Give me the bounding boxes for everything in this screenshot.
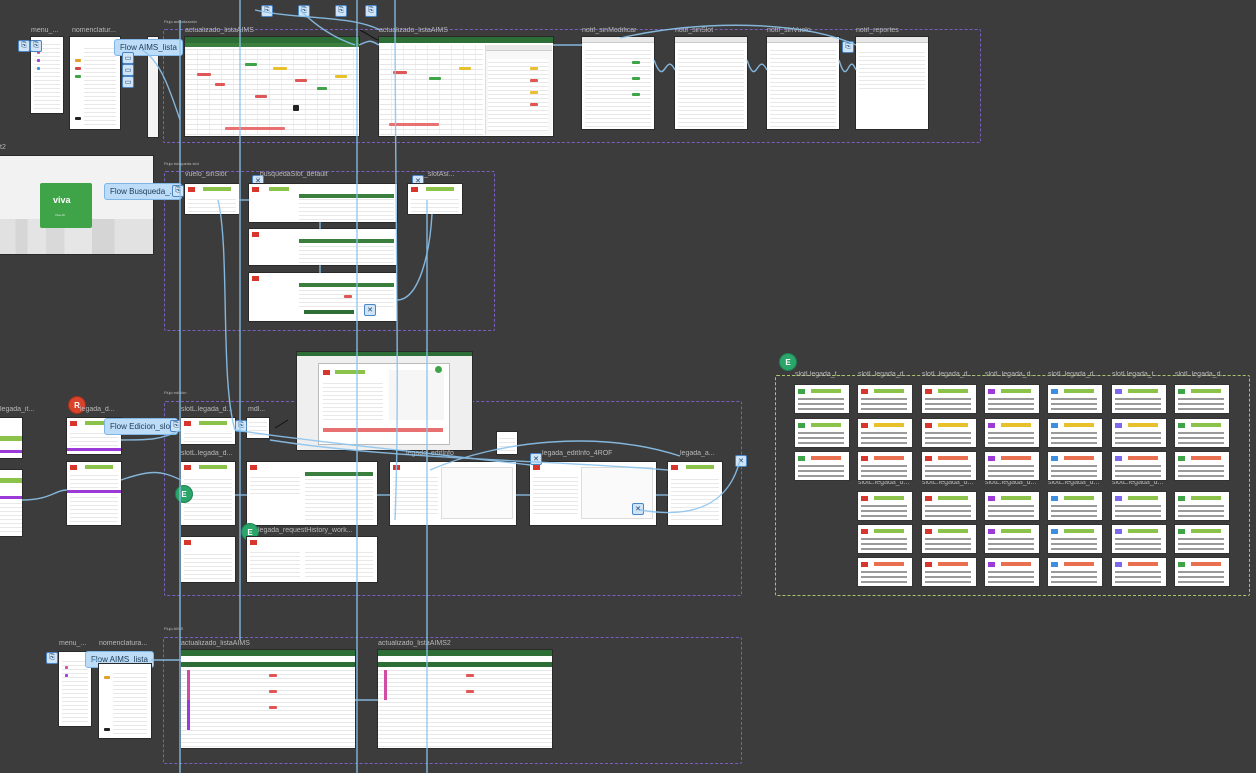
- connector-line: [838, 59, 857, 73]
- connector-line: [358, 40, 380, 46]
- connector-line: [21, 489, 68, 501]
- connector-line: [217, 199, 236, 431]
- connector-wires: [21, 0, 857, 773]
- connector-line: [746, 59, 768, 73]
- connector-line: [619, 24, 857, 46]
- connector-line: [639, 459, 741, 514]
- connector-line: [274, 419, 289, 429]
- connector-line: [120, 429, 182, 441]
- connector-line: [254, 9, 381, 31]
- connector-line: [429, 440, 681, 471]
- connector-line: [653, 59, 676, 73]
- connector-line: [141, 49, 181, 121]
- connector-line: [299, 9, 356, 46]
- connector-line: [120, 471, 182, 481]
- connector-line: [394, 0, 398, 521]
- connector-line: [269, 439, 669, 471]
- connector-line: [359, 29, 379, 41]
